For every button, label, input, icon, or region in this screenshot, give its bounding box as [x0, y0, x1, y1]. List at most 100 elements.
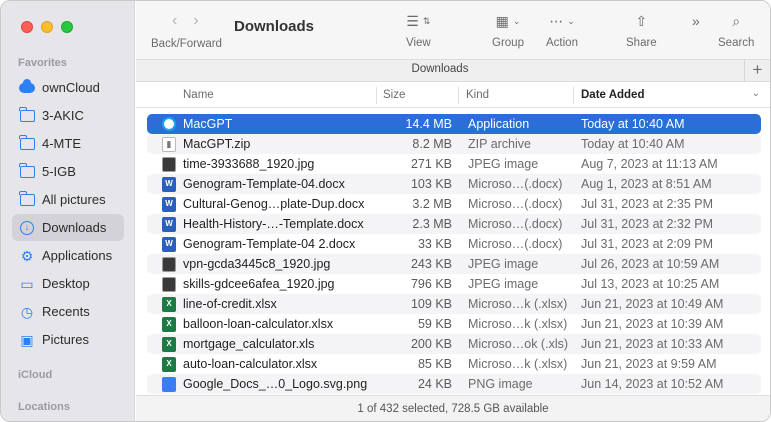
- group-button[interactable]: ▦ ⌄ Group: [492, 11, 524, 50]
- ellipsis-circle-icon: ⋯: [549, 12, 564, 29]
- excel-file-icon: X: [162, 297, 176, 312]
- column-name[interactable]: Name: [183, 89, 214, 101]
- file-kind: PNG image: [468, 377, 533, 391]
- file-row[interactable]: W Genogram-Template-04 2.docx 33 KB Microso…: [147, 234, 761, 254]
- column-size[interactable]: Size: [383, 89, 405, 101]
- window-title: Downloads: [234, 18, 315, 35]
- tab-downloads[interactable]: Downloads: [136, 63, 744, 75]
- sort-chevron-icon[interactable]: ⌄: [752, 88, 760, 99]
- file-row[interactable]: Xmortgage_calculator.xls 200 KB Microso…ok…: [147, 334, 761, 354]
- file-row[interactable]: ▮ MacGPT.zip 8.2 MB ZIP archive Today at 10:…: [147, 134, 761, 154]
- word-doc-icon: W: [162, 177, 176, 192]
- sidebar-item-owncloud[interactable]: ownCloud: [12, 74, 124, 101]
- forward-arrow-icon[interactable]: ›: [193, 12, 198, 30]
- back-arrow-icon[interactable]: ‹: [172, 12, 177, 30]
- sidebar-item-label: All pictures: [42, 192, 106, 207]
- finder-window: Favorites ownCloud 3-AKIC 4-MTE 5-IGB Al…: [0, 0, 771, 422]
- sidebar-item-3-akic[interactable]: 3-AKIC: [12, 102, 124, 129]
- file-name: balloon-loan-calculator.xlsx: [183, 317, 334, 331]
- file-kind: Microso…(.docx): [468, 217, 563, 231]
- folder-icon: [19, 190, 35, 207]
- locations-heading: Locations: [18, 401, 70, 413]
- view-button[interactable]: ☰ ⇅ View: [406, 11, 431, 50]
- file-kind: Microso…k (.xlsx): [468, 317, 568, 331]
- file-kind: Microso…k (.xlsx): [468, 297, 568, 311]
- file-list: MacGPT 14.4 MB Application Today at 10:40 A…: [136, 114, 770, 394]
- list-view-icon: ☰: [406, 12, 419, 29]
- sidebar-item-label: 4-MTE: [42, 136, 81, 151]
- file-size: 85 KB: [417, 357, 452, 371]
- file-row[interactable]: vpn-gcda3445c8_1920.jpg 243 KB JPEG image J…: [147, 254, 761, 274]
- file-size: 3.2 MB: [412, 197, 452, 211]
- sidebar-item-label: 5-IGB: [42, 164, 76, 179]
- sidebar-item-5-igb[interactable]: 5-IGB: [12, 158, 124, 185]
- file-name: vpn-gcda3445c8_1920.jpg: [183, 257, 331, 271]
- word-doc-icon: W: [162, 197, 176, 212]
- file-name: Genogram-Template-04 2.docx: [183, 237, 356, 251]
- sidebar-item-label: Pictures: [42, 332, 89, 347]
- sidebar-item-all-pictures[interactable]: All pictures: [12, 186, 124, 213]
- file-name: MacGPT: [183, 117, 233, 131]
- photo-icon: ▣: [20, 331, 34, 348]
- column-divider[interactable]: [458, 87, 459, 104]
- column-divider[interactable]: [573, 87, 574, 104]
- share-icon: ⇧: [635, 12, 648, 29]
- file-kind: Microso…ok (.xls): [468, 337, 569, 351]
- file-size: 200 KB: [410, 337, 452, 351]
- file-row[interactable]: Google_Docs_…0_Logo.svg.png 24 KB PNG imag…: [147, 374, 761, 394]
- column-divider[interactable]: [376, 87, 377, 104]
- word-doc-icon: W: [162, 217, 176, 232]
- toolbar: ‹ › Back/Forward Downloads ☰ ⇅ View ▦ ⌄ Gr…: [136, 1, 770, 59]
- file-name: skills-gdcee6afea_1920.jpg: [183, 277, 335, 291]
- png-file-icon: [162, 377, 176, 392]
- more-toolbar-button[interactable]: »: [692, 11, 700, 31]
- sidebar-item-label: Downloads: [42, 220, 107, 235]
- sidebar-item-desktop[interactable]: ▭ Desktop: [12, 270, 124, 297]
- nav-arrows: ‹ ›: [172, 12, 199, 30]
- sidebar-item-recents[interactable]: ◷ Recents: [12, 298, 124, 325]
- file-row[interactable]: skills-gdcee6afea_1920.jpg 796 KB JPEG ima…: [147, 274, 761, 294]
- search-button[interactable]: ⌕ Search: [718, 11, 755, 50]
- file-date-added: Jul 31, 2023 at 2:35 PM: [581, 197, 714, 211]
- file-row[interactable]: W Cultural-Genog…plate-Dup.docx 3.2 MB Micr…: [147, 194, 761, 214]
- file-size: 24 KB: [417, 377, 452, 391]
- file-size: 796 KB: [410, 277, 452, 291]
- double-chevron-icon: »: [692, 13, 700, 29]
- column-date-added[interactable]: Date Added: [581, 89, 644, 101]
- excel-file-icon: X: [162, 337, 176, 352]
- group-label: Group: [492, 37, 524, 49]
- sidebar-item-label: Recents: [42, 304, 90, 319]
- file-name: auto-loan-calculator.xlsx: [183, 357, 318, 371]
- file-row[interactable]: time-3933688_1920.jpg 271 KB JPEG image Aug…: [147, 154, 761, 174]
- file-row[interactable]: Xline-of-credit.xlsx 109 KB Microso…k (.xl…: [147, 294, 761, 314]
- file-date-added: Jun 14, 2023 at 10:52 AM: [581, 377, 724, 391]
- favorites-heading: Favorites: [18, 57, 67, 69]
- action-button[interactable]: ⋯ ⌄ Action: [546, 11, 578, 50]
- file-row[interactable]: Xballoon-loan-calculator.xlsx 59 KB Micros…: [147, 314, 761, 334]
- search-label: Search: [718, 37, 755, 49]
- column-kind[interactable]: Kind: [466, 89, 489, 101]
- minimize-button[interactable]: [41, 21, 53, 33]
- file-kind: JPEG image: [468, 277, 539, 291]
- file-row[interactable]: MacGPT 14.4 MB Application Today at 10:40 A…: [147, 114, 761, 134]
- zoom-button[interactable]: [61, 21, 73, 33]
- sidebar-item-downloads[interactable]: ↓ Downloads: [12, 214, 124, 241]
- application-icon: [162, 117, 176, 131]
- close-button[interactable]: [21, 21, 33, 33]
- share-button[interactable]: ⇧ Share: [626, 11, 657, 50]
- file-row[interactable]: W Health-History-…-Template.docx 2.3 MB Mic…: [147, 214, 761, 234]
- sidebar-item-pictures[interactable]: ▣ Pictures: [12, 326, 124, 353]
- status-bar: 1 of 432 selected, 728.5 GB available: [136, 395, 770, 421]
- sidebar-item-applications[interactable]: ⚙ Applications: [12, 242, 124, 269]
- new-tab-button[interactable]: +: [744, 59, 770, 82]
- clock-icon: ◷: [20, 303, 34, 320]
- file-date-added: Jul 31, 2023 at 2:09 PM: [581, 237, 714, 251]
- file-row[interactable]: Xauto-loan-calculator.xlsx 85 KB Microso…k…: [147, 354, 761, 374]
- file-date-added: Aug 7, 2023 at 11:13 AM: [581, 157, 718, 171]
- grid-icon: ▦: [495, 12, 509, 29]
- jpeg-file-icon: [162, 257, 176, 272]
- file-row[interactable]: W Genogram-Template-04.docx 103 KB Microso……: [147, 174, 761, 194]
- applications-icon: ⚙: [20, 247, 34, 264]
- sidebar-item-4-mte[interactable]: 4-MTE: [12, 130, 124, 157]
- column-header: Name Size Kind Date Added ⌄: [136, 84, 770, 108]
